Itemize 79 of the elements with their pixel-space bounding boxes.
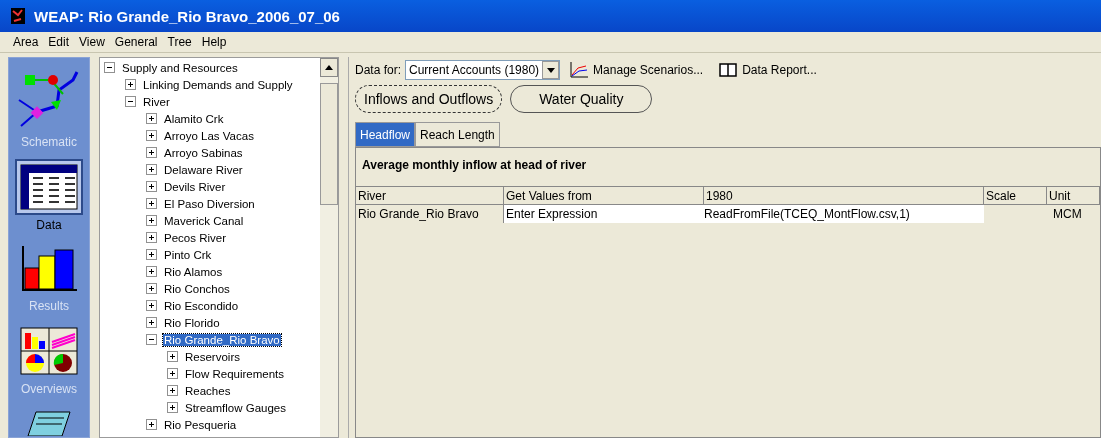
panel-title: Average monthly inflow at head of river [362, 158, 588, 172]
outline-entry[interactable]: El Paso Diversion [163, 197, 256, 210]
outline-entry[interactable]: Rio Pesqueria [163, 418, 238, 431]
collapse-icon[interactable] [104, 62, 115, 73]
outline-entry[interactable]: Rio Conchos [163, 282, 231, 295]
column-header[interactable]: Unit [1047, 186, 1100, 205]
manage-scenarios-button[interactable]: Manage Scenarios... [564, 62, 710, 78]
expand-icon[interactable] [146, 266, 157, 277]
outline-entry[interactable]: Devils River [163, 180, 227, 193]
outline-entry[interactable]: Arroyo Las Vacas [163, 129, 255, 142]
notepad-icon [26, 410, 72, 436]
menu-item[interactable]: Tree [162, 35, 197, 49]
expand-icon[interactable] [167, 351, 178, 362]
outline-entry[interactable]: Rio Grande_Rio Bravo [163, 333, 281, 346]
outline-entry[interactable]: Arroyo Sabinas [163, 146, 244, 159]
expand-icon[interactable] [146, 317, 157, 328]
column-header[interactable]: River [356, 186, 504, 205]
expand-icon[interactable] [146, 249, 157, 260]
up-arrow-icon [325, 65, 333, 70]
expand-icon[interactable] [146, 215, 157, 226]
expand-icon[interactable] [167, 368, 178, 379]
column-header[interactable]: 1980 [704, 186, 984, 205]
expand-icon[interactable] [146, 198, 157, 209]
tab[interactable]: Reach Length [415, 122, 500, 147]
category-button[interactable]: Water Quality [510, 85, 653, 113]
column-header[interactable]: Get Values from [504, 186, 704, 205]
outline-entry[interactable]: Pinto Crk [163, 248, 213, 261]
app-icon [10, 7, 26, 25]
expand-icon[interactable] [146, 130, 157, 141]
outline-entry[interactable]: Linking Demands and Supply [142, 78, 294, 91]
book-icon [719, 63, 738, 77]
tab[interactable]: Headflow [355, 122, 416, 147]
outline-entry[interactable]: Flow Requirements [184, 367, 286, 380]
expand-icon[interactable] [167, 385, 178, 396]
outline-entry[interactable]: Rio Escondido [163, 299, 240, 312]
scenario-dropdown[interactable]: Current Accounts (1980) [405, 60, 561, 80]
expand-icon[interactable] [146, 113, 157, 124]
table-icon [19, 163, 79, 211]
charts-icon [20, 327, 78, 375]
column-header[interactable]: Scale [984, 186, 1047, 205]
window-title: WEAP: Rio Grande_Rio Bravo_2006_07_06 [34, 7, 340, 25]
menu-item[interactable]: Area [8, 35, 44, 49]
expand-icon[interactable] [146, 419, 157, 430]
menu-item[interactable]: View [74, 35, 110, 49]
expand-icon[interactable] [146, 283, 157, 294]
scrollbar[interactable] [320, 58, 338, 437]
outline-entry[interactable]: Delaware River [163, 163, 244, 176]
data-for-label: Data for: [355, 63, 402, 77]
line-chart-icon [570, 62, 589, 78]
outline-entry[interactable]: Alamito Crk [163, 112, 225, 125]
schematic-icon [17, 70, 81, 128]
expand-icon[interactable] [146, 232, 157, 243]
table-cell: Rio Grande_Rio Bravo [356, 205, 504, 223]
expand-icon[interactable] [167, 402, 178, 413]
expand-icon[interactable] [146, 147, 157, 158]
menu-item[interactable]: Edit [43, 35, 75, 49]
outline-entry[interactable]: Supply and Resources [121, 61, 239, 74]
outline-entry[interactable]: Rio Florido [163, 316, 221, 329]
outline-entry[interactable]: Reaches [184, 384, 232, 397]
outline-entry[interactable]: Maverick Canal [163, 214, 245, 227]
menu-item[interactable]: General [109, 35, 163, 49]
data-report-button[interactable]: Data Report... [713, 63, 823, 77]
expand-icon[interactable] [146, 300, 157, 311]
down-arrow-icon [546, 67, 555, 73]
expand-icon[interactable] [146, 181, 157, 192]
category-button[interactable]: Inflows and Outflows [355, 85, 503, 113]
expand-icon[interactable] [146, 164, 157, 175]
outline-entry[interactable]: Pecos River [163, 231, 227, 244]
expand-icon[interactable] [125, 79, 136, 90]
collapse-icon[interactable] [146, 334, 157, 345]
outline-entry[interactable]: Rio Alamos [163, 265, 224, 278]
table-cell: ReadFromFile(TCEQ_MontFlow.csv,1) [704, 205, 984, 223]
menu-item[interactable]: Help [196, 35, 232, 49]
collapse-icon[interactable] [125, 96, 136, 107]
outline-entry[interactable]: River [142, 95, 171, 108]
outline-entry[interactable]: Streamflow Gauges [184, 401, 287, 414]
table-cell: Enter Expression [504, 205, 704, 223]
bar-chart-icon [21, 246, 77, 292]
outline-entry[interactable]: Reservoirs [184, 350, 241, 363]
